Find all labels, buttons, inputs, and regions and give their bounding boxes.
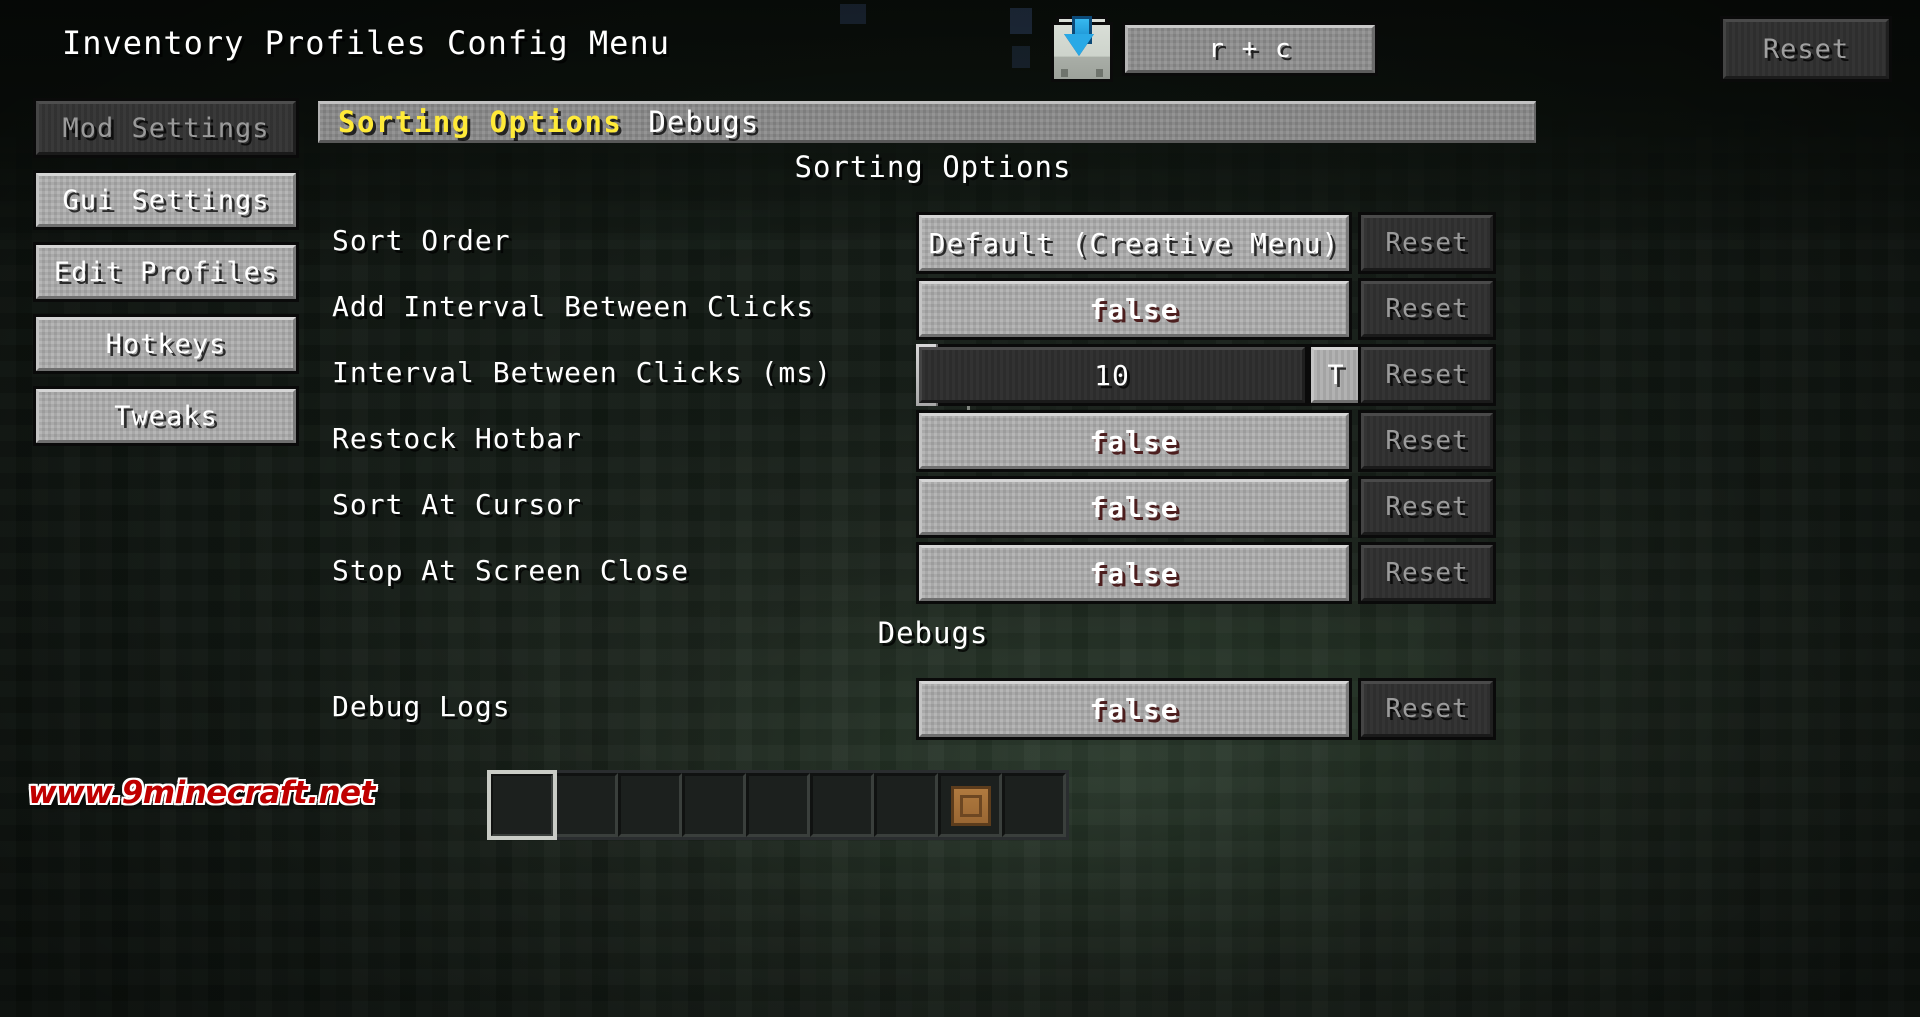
setting-dropdown[interactable]: Default (Creative Menu) [916,212,1352,274]
row-reset-button[interactable]: Reset [1358,344,1496,406]
row-reset-button[interactable]: Reset [1358,678,1496,740]
setting-boolean-toggle[interactable]: false [916,278,1352,340]
row-reset-label: Reset [1361,413,1493,469]
setting-row: Sort Order Default (Creative Menu) Reset [318,212,1548,274]
setting-boolean-toggle[interactable]: false [916,476,1352,538]
sidebar: Mod Settings Gui Settings Edit Profiles Hot… [33,98,299,458]
hotbar-slot[interactable] [554,773,618,837]
boolean-value: false [919,413,1349,469]
hotbar-slot[interactable] [746,773,810,837]
boolean-value: false [919,681,1349,737]
tab-bar: Sorting Options Debugs [318,101,1536,143]
hotbar-slot[interactable] [1002,773,1066,837]
text-input-toggle-label: T [1311,347,1361,403]
arrow-down-icon [1061,16,1097,60]
row-reset-label: Reset [1361,681,1493,737]
setting-label: Stop At Screen Close [332,554,690,587]
setting-boolean-toggle[interactable]: false [916,678,1352,740]
setting-label: Sort At Cursor [332,488,583,521]
setting-row: Sort At Cursor false Reset [318,476,1548,538]
slider-value: 10 [919,347,1305,403]
hotbar-slot[interactable] [618,773,682,837]
dropdown-value: Default (Creative Menu) [919,215,1349,271]
row-reset-label: Reset [1361,545,1493,601]
section-header: Sorting Options [794,150,1072,184]
boolean-value: false [919,545,1349,601]
game-screen: Inventory Profiles Config Menu r + c Res… [0,0,1920,1017]
row-reset-label: Reset [1361,479,1493,535]
crate-item-icon [951,786,991,826]
setting-row: Add Interval Between Clicks false Reset [318,278,1548,340]
setting-label: Sort Order [332,224,511,257]
setting-row: Stop At Screen Close false Reset [318,542,1548,604]
setting-label: Add Interval Between Clicks [332,290,815,323]
boolean-value: false [919,281,1349,337]
global-reset-label: Reset [1723,19,1889,79]
shulker-foot-right [1096,69,1103,77]
setting-label: Interval Between Clicks (ms) [332,356,833,389]
tab-debugs[interactable]: Debugs [648,105,759,139]
sidebar-item-tweaks[interactable]: Tweaks [33,386,299,446]
row-reset-button[interactable]: Reset [1358,542,1496,604]
row-reset-label: Reset [1361,347,1493,403]
slider-track[interactable]: 10 [916,344,1308,406]
row-reset-button[interactable]: Reset [1358,476,1496,538]
setting-boolean-toggle[interactable]: false [916,542,1352,604]
sidebar-item-edit-profiles[interactable]: Edit Profiles [33,242,299,302]
sidebar-item-mod-settings[interactable]: Mod Settings [33,98,299,158]
sidebar-item-gui-settings[interactable]: Gui Settings [33,170,299,230]
hotkey-input[interactable]: r + c [1122,22,1378,76]
shulker-foot-left [1061,69,1068,77]
boolean-value: false [919,479,1349,535]
sidebar-item-label: Tweaks [36,389,296,443]
background-block [1012,46,1030,68]
hotkey-input-value: r + c [1125,25,1375,73]
sidebar-item-label: Edit Profiles [36,245,296,299]
hotbar-slot[interactable] [874,773,938,837]
sidebar-item-hotkeys[interactable]: Hotkeys [33,314,299,374]
hotbar-slot[interactable] [682,773,746,837]
setting-label: Debug Logs [332,690,511,723]
sidebar-item-label: Hotkeys [36,317,296,371]
sidebar-item-label: Mod Settings [36,101,296,155]
hotbar [487,770,1069,840]
row-reset-button[interactable]: Reset [1358,278,1496,340]
tab-sorting-options[interactable]: Sorting Options [338,105,622,139]
setting-row: Restock Hotbar false Reset [318,410,1548,472]
row-reset-label: Reset [1361,215,1493,271]
page-title: Inventory Profiles Config Menu [62,24,670,62]
background-block [840,4,866,24]
hotbar-slot[interactable] [487,770,557,840]
hotbar-slot[interactable] [810,773,874,837]
row-reset-button[interactable]: Reset [1358,410,1496,472]
section-header: Debugs [877,616,989,650]
row-reset-button[interactable]: Reset [1358,212,1496,274]
setting-boolean-toggle[interactable]: false [916,410,1352,472]
global-reset-button[interactable]: Reset [1720,16,1892,82]
watermark: www.9minecraft.net [28,775,375,811]
setting-label: Restock Hotbar [332,422,583,455]
sidebar-item-label: Gui Settings [36,173,296,227]
setting-slider[interactable]: 10 [916,344,1308,406]
shulker-download-icon[interactable] [1048,14,1113,84]
background-block [1010,8,1032,34]
text-input-toggle-button[interactable]: T [1308,344,1364,406]
setting-row: Debug Logs false Reset [318,678,1548,740]
setting-row: Interval Between Clicks (ms) 10 T Reset [318,344,1548,406]
row-reset-label: Reset [1361,281,1493,337]
hotbar-slot[interactable] [938,773,1002,837]
